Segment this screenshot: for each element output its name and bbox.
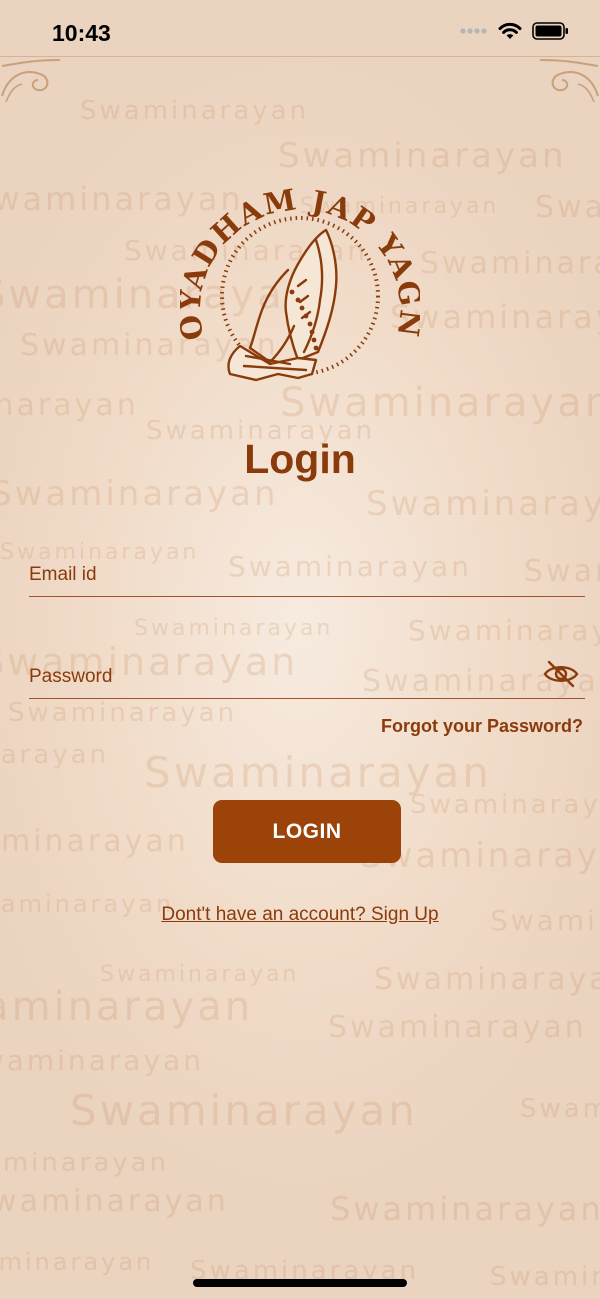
watermark-text: Swaminarayan [374, 962, 600, 997]
email-label: Email id [29, 564, 97, 585]
status-time: 10:43 [52, 20, 111, 46]
praying-hands-icon: LOYADHAM JAP YAGNA [167, 141, 426, 382]
corner-ornament-icon [539, 59, 599, 103]
signup-link[interactable]: Dont't have an account? Sign Up [161, 904, 438, 925]
watermark-text: Swaminarayan [420, 246, 600, 281]
signup-row: Dont't have an account? Sign Up [0, 904, 600, 926]
watermark-text: Swaminarayan [0, 1248, 155, 1276]
watermark-text: Swaminarayan [0, 984, 254, 1030]
forgot-password-link[interactable]: Forgot your Password? [381, 716, 583, 737]
watermark-text: Swaminarayan [390, 298, 600, 336]
watermark-text: Swaminarayan [0, 740, 110, 770]
watermark-text: Swaminarayan [144, 748, 492, 797]
wifi-icon [498, 22, 522, 39]
watermark-text: Swaminarayan [366, 484, 600, 524]
watermark-text: Swaminarayan [490, 1262, 600, 1292]
email-field[interactable]: Email id [29, 556, 585, 597]
watermark-text: Swaminarayan [134, 616, 334, 641]
password-field[interactable]: Password [29, 658, 585, 699]
status-icons [460, 22, 570, 40]
watermark-text: Swaminarayan [8, 698, 238, 728]
battery-icon [532, 22, 568, 40]
watermark-text: Swaminarayan [330, 1190, 600, 1228]
password-label: Password [29, 666, 113, 687]
login-button[interactable]: LOGIN [213, 800, 401, 863]
watermark-text: Swaminarayan [70, 1086, 418, 1135]
watermark-text: Swaminarayan [100, 962, 300, 987]
corner-ornament-icon [1, 59, 61, 103]
watermark-text: Swaminarayan [520, 1094, 600, 1124]
app-logo: LOYADHAM JAP YAGNA [167, 141, 426, 408]
watermark-text: Swaminarayan [408, 614, 600, 647]
watermark-text: Swaminarayan [328, 1010, 587, 1045]
watermark-text: Swaminarayan [0, 1044, 204, 1077]
status-bar: 10:43 [0, 0, 600, 57]
watermark-text: Swaminarayan [0, 1184, 229, 1219]
watermark-text: Swaminarayan [0, 1148, 170, 1178]
watermark-text: Swaminarayan [0, 388, 139, 423]
eye-off-icon[interactable] [543, 660, 579, 688]
page-title: Login [244, 436, 356, 482]
watermark-text: Swaminarayan [80, 96, 310, 126]
cellular-signal-icon [460, 28, 487, 34]
watermark-text: Swaminarayan [535, 190, 600, 225]
home-indicator [193, 1279, 407, 1287]
watermark-text: Swaminarayan [0, 824, 189, 859]
watermark-text: Swaminarayan [410, 790, 600, 820]
